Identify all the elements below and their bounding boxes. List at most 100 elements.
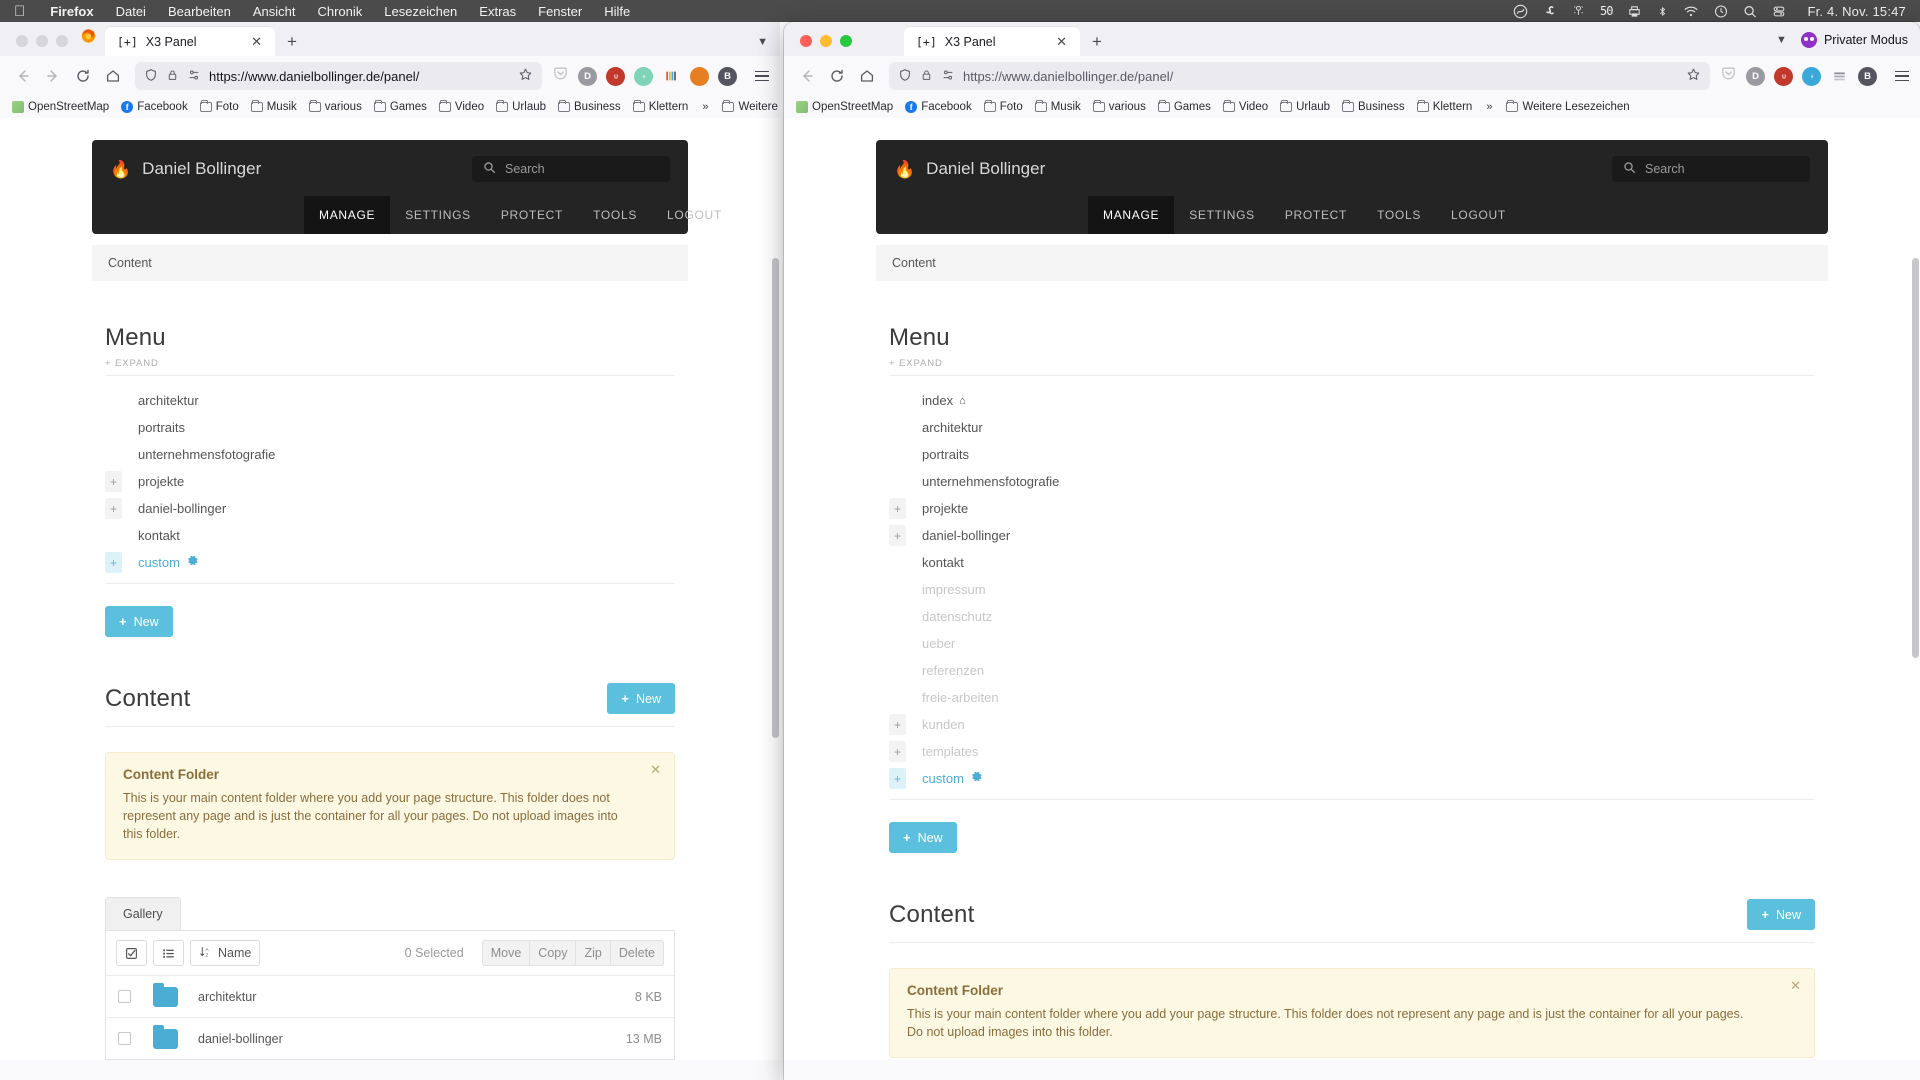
- row-checkbox[interactable]: [118, 990, 131, 1004]
- tree-item-datenschutz[interactable]: datenschutz: [889, 606, 1815, 627]
- minimize-window-button[interactable]: [36, 35, 48, 47]
- lock-icon[interactable]: [166, 68, 179, 85]
- content-new-button[interactable]: + New: [1747, 899, 1815, 930]
- extension-blue-icon[interactable]: [1802, 66, 1821, 86]
- ublock-icon[interactable]: U: [1774, 66, 1793, 86]
- home-icon[interactable]: [852, 61, 882, 91]
- bookmark-klettern[interactable]: Klettern: [627, 99, 695, 115]
- tree-item-daniel-bollinger[interactable]: + daniel-bollinger: [105, 498, 675, 519]
- pocket-icon[interactable]: [1720, 65, 1737, 87]
- tree-item-custom[interactable]: + custom: [889, 768, 1815, 789]
- bookmark-more-folder[interactable]: Weitere Lesezeichen: [716, 99, 780, 115]
- bookmark-urlaub[interactable]: Urlaub: [490, 99, 552, 115]
- menubar-item-ansicht[interactable]: Ansicht: [242, 4, 307, 19]
- content-new-button[interactable]: + New: [607, 683, 675, 714]
- tab-settings[interactable]: SETTINGS: [1174, 196, 1270, 234]
- bookmark-facebook[interactable]: f Facebook: [899, 99, 978, 115]
- expand-toggle-icon[interactable]: +: [105, 471, 122, 492]
- extension-orange-icon[interactable]: [690, 66, 709, 86]
- zoom-window-button[interactable]: [840, 35, 852, 47]
- tab-gallery[interactable]: Gallery: [105, 897, 181, 931]
- tree-item-kontakt[interactable]: kontakt: [889, 552, 1815, 573]
- bookmark-urlaub[interactable]: Urlaub: [1274, 99, 1336, 115]
- new-tab-button[interactable]: +: [275, 33, 309, 56]
- tree-item-architektur[interactable]: architektur: [889, 417, 1815, 438]
- close-icon[interactable]: ✕: [248, 33, 265, 50]
- copy-button[interactable]: Copy: [529, 940, 576, 967]
- menu-new-button[interactable]: + New: [889, 822, 957, 853]
- shield-icon[interactable]: [898, 68, 912, 85]
- permissions-icon[interactable]: [187, 68, 201, 85]
- menubar-item-firefox[interactable]: Firefox: [39, 4, 104, 19]
- tree-item-referenzen[interactable]: referenzen: [889, 660, 1815, 681]
- delete-button[interactable]: Delete: [609, 940, 664, 967]
- tree-item-impressum[interactable]: impressum: [889, 579, 1815, 600]
- url-bar-right[interactable]: https://www.danielbollinger.de/panel/: [889, 62, 1710, 90]
- extension-gray-icon[interactable]: [1830, 67, 1849, 86]
- url-text[interactable]: https://www.danielbollinger.de/panel/: [209, 69, 510, 84]
- forward-arrow-icon[interactable]: [38, 61, 68, 91]
- table-row[interactable]: daniel-bollinger 13 MB: [106, 1017, 674, 1059]
- star-icon[interactable]: [518, 67, 533, 85]
- browser-tab-left[interactable]: [+] X3 Panel ✕: [105, 27, 275, 56]
- tree-item-index[interactable]: index ⌂: [889, 390, 1815, 411]
- tree-item-unternehmensfotografie[interactable]: unternehmensfotografie: [105, 444, 675, 465]
- tab-manage[interactable]: MANAGE: [304, 196, 391, 234]
- bookmark-klettern[interactable]: Klettern: [1411, 99, 1479, 115]
- tab-protect[interactable]: PROTECT: [486, 196, 578, 234]
- ddg-icon[interactable]: D: [1746, 66, 1765, 86]
- permissions-icon[interactable]: [941, 68, 955, 85]
- bluetooth-icon[interactable]: [1657, 4, 1668, 19]
- expand-toggle-icon[interactable]: +: [889, 741, 906, 762]
- tree-item-templates[interactable]: + templates: [889, 741, 1815, 762]
- tab-settings[interactable]: SETTINGS: [390, 196, 486, 234]
- star-icon[interactable]: [1686, 67, 1701, 85]
- expand-toggle-icon[interactable]: +: [889, 714, 906, 735]
- close-window-button[interactable]: [16, 35, 28, 47]
- close-window-button[interactable]: [800, 35, 812, 47]
- chevron-double-right-icon[interactable]: »: [694, 101, 716, 113]
- bookmark-games[interactable]: Games: [1152, 99, 1217, 115]
- bookmark-business[interactable]: Business: [1336, 99, 1411, 115]
- tree-item-daniel-bollinger[interactable]: + daniel-bollinger: [889, 525, 1815, 546]
- menubar-item-datei[interactable]: Datei: [105, 4, 157, 19]
- expand-toggle-icon[interactable]: +: [105, 498, 122, 519]
- apple-icon[interactable]: : [0, 4, 39, 19]
- bookmark-openstreetmap[interactable]: OpenStreetMap: [790, 99, 899, 115]
- bookmark-facebook[interactable]: f Facebook: [115, 99, 194, 115]
- extension-stripes-icon[interactable]: [662, 67, 681, 86]
- pocket-icon[interactable]: [552, 65, 569, 87]
- expand-toggle-icon[interactable]: +: [105, 552, 122, 573]
- select-all-button[interactable]: [116, 940, 147, 967]
- search-input[interactable]: Search: [1612, 156, 1810, 182]
- lock-icon[interactable]: [920, 68, 933, 85]
- bookmark-various[interactable]: various: [303, 99, 368, 115]
- bookmark-business[interactable]: Business: [552, 99, 627, 115]
- gear-icon[interactable]: [187, 555, 199, 570]
- row-checkbox[interactable]: [118, 1032, 131, 1046]
- zip-button[interactable]: Zip: [575, 940, 610, 967]
- bookmark-musik[interactable]: Musik: [1029, 99, 1087, 115]
- menubar-item-hilfe[interactable]: Hilfe: [593, 4, 641, 19]
- menubar-item-bearbeiten[interactable]: Bearbeiten: [157, 4, 242, 19]
- tab-tools[interactable]: TOOLS: [578, 196, 652, 234]
- sort-button[interactable]: AZ Name: [190, 940, 261, 967]
- chevron-down-icon[interactable]: ▼: [757, 36, 768, 48]
- tree-item-custom[interactable]: + custom: [105, 552, 675, 573]
- cloud-sync-icon[interactable]: [1513, 4, 1528, 19]
- reload-icon[interactable]: [68, 61, 98, 91]
- shortcuts-icon[interactable]: [1543, 4, 1557, 19]
- bookmark-foto[interactable]: Foto: [194, 99, 245, 115]
- chevron-down-icon[interactable]: ▼: [1776, 34, 1787, 46]
- tree-item-portraits[interactable]: portraits: [889, 444, 1815, 465]
- tree-item-projekte[interactable]: + projekte: [105, 471, 675, 492]
- tab-tools[interactable]: TOOLS: [1362, 196, 1436, 234]
- url-bar-left[interactable]: https://www.danielbollinger.de/panel/: [135, 62, 542, 90]
- tree-item-projekte[interactable]: + projekte: [889, 498, 1815, 519]
- tab-protect[interactable]: PROTECT: [1270, 196, 1362, 234]
- tree-item-ueber[interactable]: ueber: [889, 633, 1815, 654]
- menubar-item-chronik[interactable]: Chronik: [306, 4, 373, 19]
- ublock-icon[interactable]: U: [606, 66, 625, 86]
- menu-new-button[interactable]: + New: [105, 606, 173, 637]
- expand-toggle-icon[interactable]: +: [889, 498, 906, 519]
